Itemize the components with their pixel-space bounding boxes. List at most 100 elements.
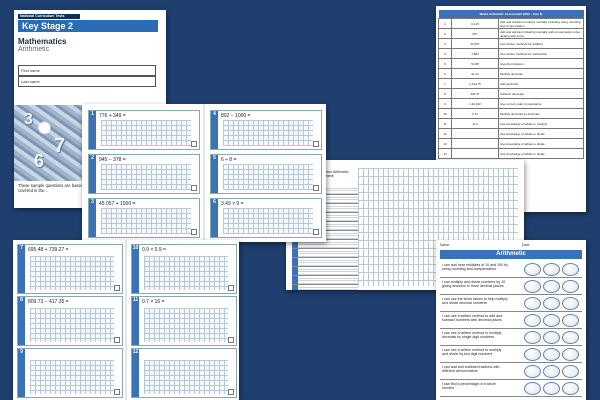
row-answer: 1,32,442 — [451, 98, 499, 109]
rating-circle[interactable] — [562, 263, 579, 276]
mark-box — [191, 185, 197, 191]
question-number: 2 — [89, 155, 96, 193]
working-grid — [223, 208, 313, 234]
tracker-title: Maths Arithmetic Assessment (KS2 - Year … — [438, 10, 584, 19]
working-grid — [30, 360, 114, 394]
rating-circle[interactable] — [562, 348, 579, 361]
working-grid — [101, 208, 191, 234]
checklist-text: I can use the times tables to help multi… — [442, 297, 508, 306]
rating-circle[interactable] — [562, 280, 579, 293]
rating-circle[interactable] — [543, 297, 560, 310]
rating-circle[interactable] — [524, 365, 541, 378]
row-desc: Use written methods for subtraction — [498, 48, 584, 59]
criteria-row — [292, 258, 358, 267]
mark-box — [191, 229, 197, 235]
mark-box — [228, 389, 234, 395]
key-stage-banner: Key Stage 2 — [18, 20, 158, 32]
row-desc: Multiply decimals — [498, 68, 584, 79]
question-text: 45 057 + 1000 = — [99, 201, 136, 207]
criteria-row — [292, 285, 358, 290]
checklist-item: I can use a written method to multiply a… — [440, 346, 582, 363]
name-label: Name — [440, 243, 450, 247]
rating-circle[interactable] — [562, 331, 579, 344]
mark-box — [114, 337, 120, 343]
row-desc: Use short division — [498, 58, 584, 69]
rating-circle[interactable] — [524, 280, 541, 293]
row-answer: 392.37 — [451, 88, 499, 99]
question-text: 945 − 378 = — [99, 157, 126, 163]
question-text: 6 ÷ 8 = — [221, 157, 237, 163]
mark-box — [191, 141, 197, 147]
question-number: 12 — [132, 349, 139, 397]
row-num: 2 — [438, 28, 452, 39]
checklist-text: I can add near multiples of 10 and 100 b… — [442, 263, 508, 272]
row-answer: 567 — [451, 28, 499, 39]
question-booklet-1: 1 776 + 349 = 2 945 − 378 = 3 45 057 + 1… — [82, 104, 326, 242]
row-desc: Add decimals — [498, 78, 584, 89]
rating-circle[interactable] — [543, 331, 560, 344]
checklist-item: I can add and subtract fractions with di… — [440, 363, 582, 380]
mark-box — [114, 285, 120, 291]
rating-circle[interactable] — [543, 348, 560, 361]
question-box: 4 802 − 1000 = — [210, 110, 322, 150]
row-desc: Use written methods for addition — [498, 38, 584, 49]
row-answer: 6,415 — [451, 18, 499, 29]
row-num: 9 — [438, 98, 452, 109]
question-box: 8 809.73 − 417.35 = — [17, 296, 123, 346]
question-box: 11 0.7 × 16 = — [131, 296, 237, 346]
rating-circle[interactable] — [562, 314, 579, 327]
table-row: 9 1,32,442 Use correct order of operations — [438, 98, 584, 109]
table-row: 11 11.2 Use knowledge of tables to multipl… — [438, 118, 584, 129]
row-num: 10 — [438, 108, 452, 119]
rating-circle[interactable] — [543, 314, 560, 327]
rating-circle[interactable] — [543, 263, 560, 276]
date-label: Date — [522, 243, 530, 247]
criteria-row — [292, 267, 358, 276]
rating-circle[interactable] — [543, 382, 560, 395]
row-num: 5 — [438, 58, 452, 69]
table-row: 4 7,802 Use written methods for subtractio… — [438, 48, 584, 59]
mark-box — [313, 229, 319, 235]
table-row: 8 392.37 Subtract decimals — [438, 88, 584, 99]
question-box: 1 776 + 349 = — [88, 110, 200, 150]
working-grid — [101, 164, 191, 190]
question-text: 776 + 349 = — [99, 113, 126, 119]
question-number: 4 — [211, 111, 218, 149]
table-row: 13 Use knowledge of tables to divide — [438, 138, 584, 149]
rating-circle[interactable] — [543, 365, 560, 378]
publisher-label: National Curriculum Tests — [18, 14, 80, 19]
row-desc: Add and subtract numbers mentally includ… — [498, 18, 584, 29]
row-answer: 46,057 — [451, 38, 499, 49]
rating-circle[interactable] — [562, 297, 579, 310]
question-box: 2 945 − 378 = — [88, 154, 200, 194]
name-fields: First name Last name — [18, 65, 156, 87]
rating-circle[interactable] — [562, 365, 579, 378]
checklist-text: I can use a written method to multiply a… — [442, 348, 502, 357]
checklist-item: I can use a written method to add and su… — [440, 312, 582, 329]
rating-circle[interactable] — [562, 382, 579, 395]
question-booklet-2: 7 695.48 + 739.27 = 8 809.73 − 417.35 = … — [13, 240, 239, 400]
last-name-field: Last name — [18, 76, 156, 87]
mark-box — [114, 389, 120, 395]
rating-circle[interactable] — [524, 263, 541, 276]
criteria-row — [292, 276, 358, 285]
rating-circle[interactable] — [543, 280, 560, 293]
rating-circle[interactable] — [524, 331, 541, 344]
question-box: 12 — [131, 348, 237, 398]
row-answer: 31.41 — [451, 68, 499, 79]
row-answer: 7,802 — [451, 48, 499, 59]
checklist-item: I can find a percentage of a whole numbe… — [440, 380, 582, 397]
rating-circle[interactable] — [524, 314, 541, 327]
row-answer: 11.2 — [451, 118, 499, 129]
rating-circle[interactable] — [524, 348, 541, 361]
row-answer — [451, 138, 499, 149]
rating-circle[interactable] — [524, 297, 541, 310]
criteria-row — [292, 249, 358, 258]
rating-circle[interactable] — [524, 382, 541, 395]
working-grid — [30, 308, 114, 342]
working-grid — [144, 256, 228, 290]
question-number: 5 — [211, 155, 218, 193]
row-desc: Multiply decimals by decimals — [498, 108, 584, 119]
question-number: 8 — [18, 297, 25, 345]
question-box: 10 0.9 × 0.9 = — [131, 244, 237, 294]
